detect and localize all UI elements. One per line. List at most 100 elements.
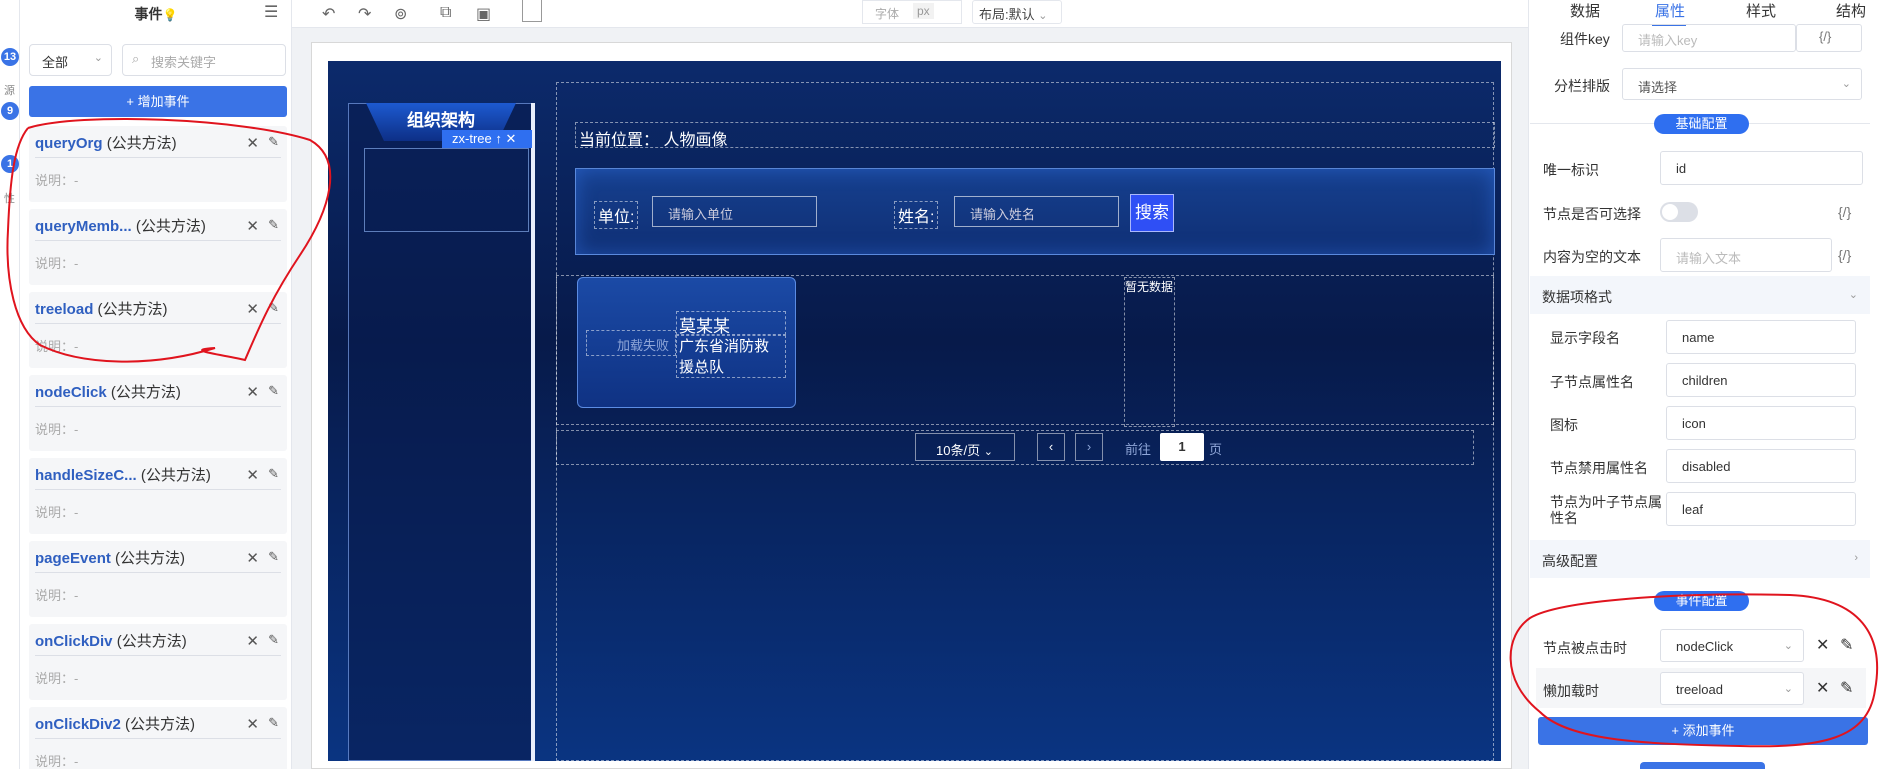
event-item[interactable]: onClickDiv (公共方法) ✕ ✎ 说明：- xyxy=(29,624,287,700)
tree-component[interactable] xyxy=(364,148,529,232)
event-name: handleSizeC... (公共方法) xyxy=(35,464,235,485)
edit-icon[interactable]: ✎ xyxy=(1840,678,1853,698)
edit-icon[interactable]: ✎ xyxy=(1840,635,1853,655)
rail-label[interactable]: 源 xyxy=(4,82,15,98)
event-description: 说明：- xyxy=(35,422,79,437)
delete-icon[interactable]: ✕ xyxy=(246,217,259,235)
icon-input[interactable]: icon xyxy=(1666,406,1856,440)
event-description: 说明：- xyxy=(35,339,79,354)
prev-page-button[interactable]: ‹ xyxy=(1037,433,1065,461)
panel-edge xyxy=(531,103,535,761)
close-icon[interactable]: ✕ xyxy=(1816,635,1829,655)
name-label: 姓名: xyxy=(894,201,939,229)
expression-button[interactable]: {/} xyxy=(1838,247,1851,263)
next-page-button[interactable]: › xyxy=(1075,433,1103,461)
design-canvas[interactable]: 组织架构 zx-tree ↑ ✕ 当前位置： 人物画像 单位: 请输入单位 姓名… xyxy=(328,61,1501,761)
image-icon[interactable]: ▣ xyxy=(476,4,491,24)
leaf-input[interactable]: leaf xyxy=(1666,492,1856,526)
close-icon[interactable]: ✕ xyxy=(505,131,516,146)
search-button[interactable]: 搜索 xyxy=(1130,194,1174,232)
rail-label[interactable]: 性 xyxy=(4,190,15,206)
delete-icon[interactable]: ✕ xyxy=(246,549,259,567)
tab-data[interactable]: 数据 xyxy=(1570,0,1600,21)
children-input[interactable]: children xyxy=(1666,363,1856,397)
component-key-label: 组件key xyxy=(1560,31,1610,47)
event-filter-select[interactable]: 全部 ⌄ xyxy=(29,44,112,76)
event-name: queryMemb... (公共方法) xyxy=(35,215,235,236)
partial-button[interactable] xyxy=(1640,762,1765,769)
event-method-name: queryOrg xyxy=(35,135,103,152)
edit-icon[interactable]: ✎ xyxy=(268,715,279,731)
events-title: 事件💡 xyxy=(20,4,292,24)
event-item[interactable]: queryOrg (公共方法) ✕ ✎ 说明：- xyxy=(29,126,287,202)
event-name: pageEvent (公共方法) xyxy=(35,547,235,568)
no-data-text: 暂无数据 xyxy=(1124,277,1175,427)
collapse-menu-icon[interactable]: ☰ xyxy=(264,5,282,22)
delete-icon[interactable]: ✕ xyxy=(246,134,259,152)
lazy-load-select[interactable]: treeload ⌄ xyxy=(1660,672,1804,705)
page-size-select[interactable]: 10条/页 ⌄ xyxy=(915,433,1015,461)
disabled-label: 节点禁用属性名 xyxy=(1550,460,1648,476)
reset-icon[interactable]: ⊚ xyxy=(394,4,407,24)
left-rail: 13 源 9 1 性 xyxy=(0,0,20,769)
chevron-down-icon: ⌄ xyxy=(1783,640,1793,652)
undo-icon[interactable]: ↶ xyxy=(322,4,335,24)
name-input[interactable]: 请输入姓名 xyxy=(954,196,1119,227)
layout-select[interactable]: 布局:默认 ⌄ xyxy=(972,0,1062,24)
delete-icon[interactable]: ✕ xyxy=(246,632,259,650)
add-event-button[interactable]: + 添加事件 xyxy=(1538,717,1868,745)
id-input[interactable]: id xyxy=(1660,151,1863,185)
advanced-config-section[interactable]: 高级配置 › xyxy=(1530,540,1870,578)
event-item[interactable]: onClickDiv2 (公共方法) ✕ ✎ 说明：- xyxy=(29,707,287,769)
event-item[interactable]: pageEvent (公共方法) ✕ ✎ 说明：- xyxy=(29,541,287,617)
page-number-input[interactable]: 1 xyxy=(1160,433,1204,461)
tab-structure[interactable]: 结构 xyxy=(1836,0,1866,21)
expression-button[interactable]: {/} xyxy=(1838,204,1851,220)
chevron-down-icon: ⌄ xyxy=(1848,289,1858,301)
expression-button[interactable]: {/} xyxy=(1796,24,1862,52)
delete-icon[interactable]: ✕ xyxy=(246,466,259,484)
delete-icon[interactable]: ✕ xyxy=(246,300,259,318)
display-field-input[interactable]: name xyxy=(1666,320,1856,354)
copy-icon[interactable]: ⧉ xyxy=(440,4,451,22)
delete-icon[interactable]: ✕ xyxy=(246,383,259,401)
edit-icon[interactable]: ✎ xyxy=(268,383,279,399)
selectable-toggle[interactable] xyxy=(1660,202,1698,222)
component-key-input[interactable]: 请输入key xyxy=(1622,24,1796,52)
delete-icon[interactable]: ✕ xyxy=(246,715,259,733)
divider xyxy=(35,655,281,656)
event-item[interactable]: treeload (公共方法) ✕ ✎ 说明：- xyxy=(29,292,287,368)
edit-icon[interactable]: ✎ xyxy=(268,300,279,316)
component-tag[interactable]: zx-tree ↑ ✕ xyxy=(442,130,532,148)
chevron-right-icon: › xyxy=(1854,552,1858,564)
event-tag: (公共方法) xyxy=(106,135,177,152)
data-format-section[interactable]: 数据项格式 ⌄ xyxy=(1530,276,1870,314)
leaf-label: 节点为叶子节点属性名 xyxy=(1550,494,1662,526)
close-icon[interactable]: ✕ xyxy=(1816,678,1829,698)
arrow-up-icon[interactable]: ↑ xyxy=(495,131,502,146)
edit-icon[interactable]: ✎ xyxy=(268,134,279,150)
font-size-input[interactable]: 字体 px xyxy=(862,0,962,24)
event-tag: (公共方法) xyxy=(116,633,187,650)
edit-icon[interactable]: ✎ xyxy=(268,549,279,565)
goto-label: 前往 xyxy=(1125,442,1152,457)
unit-input[interactable]: 请输入单位 xyxy=(652,196,817,227)
redo-icon[interactable]: ↷ xyxy=(358,4,371,24)
event-item[interactable]: handleSizeC... (公共方法) ✕ ✎ 说明：- xyxy=(29,458,287,534)
event-item[interactable]: nodeClick (公共方法) ✕ ✎ 说明：- xyxy=(29,375,287,451)
page-suffix: 页 xyxy=(1209,442,1223,457)
tab-properties[interactable]: 属性 xyxy=(1655,0,1685,21)
edit-icon[interactable]: ✎ xyxy=(268,217,279,233)
add-event-button[interactable]: + 增加事件 xyxy=(29,86,287,117)
edit-icon[interactable]: ✎ xyxy=(268,632,279,648)
node-click-select[interactable]: nodeClick ⌄ xyxy=(1660,629,1804,662)
event-item[interactable]: queryMemb... (公共方法) ✕ ✎ 说明：- xyxy=(29,209,287,285)
event-search-input[interactable]: 搜索关键字 xyxy=(122,44,286,76)
tab-style[interactable]: 样式 xyxy=(1746,0,1776,21)
empty-text-input[interactable]: 请输入文本 xyxy=(1660,238,1832,272)
edit-icon[interactable]: ✎ xyxy=(268,466,279,482)
column-select[interactable]: 请选择 ⌄ xyxy=(1622,68,1862,100)
divider xyxy=(35,157,281,158)
color-swatch[interactable] xyxy=(522,0,542,22)
disabled-input[interactable]: disabled xyxy=(1666,449,1856,483)
